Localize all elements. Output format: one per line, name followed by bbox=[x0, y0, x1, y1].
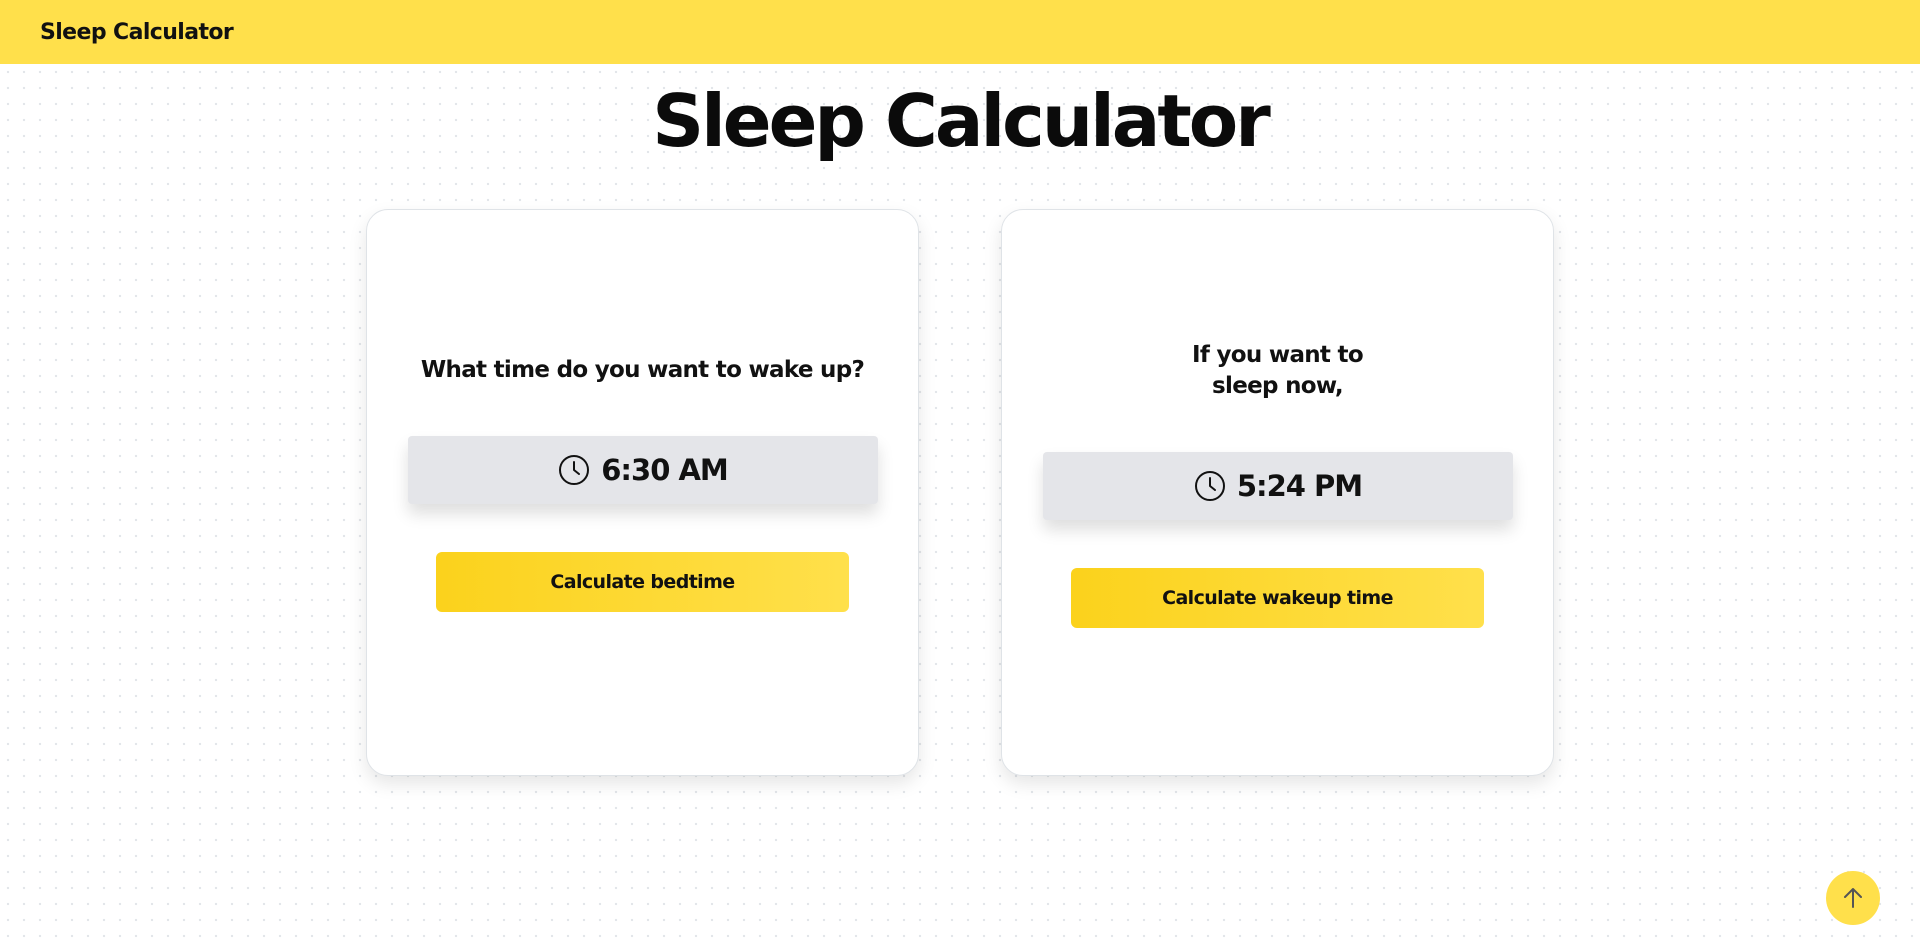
clock-icon bbox=[1193, 469, 1227, 503]
arrow-up-icon bbox=[1840, 885, 1866, 911]
wakeup-card-content: If you want to sleep now, 5:24 PM Calcul… bbox=[1002, 340, 1553, 628]
calculate-wakeup-time-button[interactable]: Calculate wakeup time bbox=[1071, 568, 1484, 628]
current-time-value: 5:24 PM bbox=[1236, 469, 1363, 503]
current-time-display[interactable]: 5:24 PM bbox=[1042, 452, 1513, 520]
bedtime-card: What time do you want to wake up? 6:30 A… bbox=[366, 209, 919, 776]
wake-up-time-value: 6:30 AM bbox=[601, 453, 729, 487]
wakeup-card: If you want to sleep now, 5:24 PM Calcul… bbox=[1001, 209, 1554, 776]
bedtime-card-content: What time do you want to wake up? 6:30 A… bbox=[367, 355, 918, 612]
scroll-to-top-button[interactable] bbox=[1826, 871, 1880, 925]
top-bar: Sleep Calculator bbox=[0, 0, 1920, 64]
sleep-now-question: If you want to sleep now, bbox=[1192, 342, 1364, 399]
calculate-bedtime-button[interactable]: Calculate bedtime bbox=[436, 552, 849, 612]
brand-logo-link[interactable]: Sleep Calculator bbox=[40, 20, 234, 45]
clock-icon bbox=[557, 453, 591, 487]
wake-up-time-picker[interactable]: 6:30 AM bbox=[407, 436, 878, 504]
wake-up-question: What time do you want to wake up? bbox=[420, 357, 865, 383]
page-title: Sleep Calculator bbox=[652, 79, 1271, 163]
